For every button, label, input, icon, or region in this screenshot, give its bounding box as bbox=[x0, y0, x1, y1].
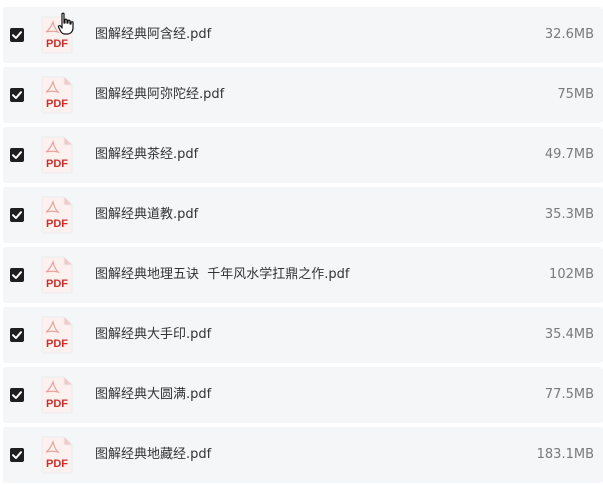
checkmark-icon bbox=[12, 151, 22, 159]
file-name: 图解经典阿弥陀经.pdf bbox=[95, 87, 225, 102]
file-size: 75MB bbox=[557, 87, 594, 102]
file-row[interactable]: PDF 图解经典阿含经.pdf 32.6MB bbox=[3, 7, 603, 63]
file-checkbox[interactable] bbox=[10, 268, 24, 282]
pdf-file-icon: PDF bbox=[41, 76, 73, 114]
file-row[interactable]: PDF 图解经典地藏经.pdf 183.1MB bbox=[3, 427, 603, 483]
svg-text:PDF: PDF bbox=[46, 398, 68, 410]
file-size: 49.7MB bbox=[544, 147, 594, 162]
file-size: 77.5MB bbox=[544, 387, 594, 402]
file-name: 图解经典大圆满.pdf bbox=[95, 387, 212, 402]
checkmark-icon bbox=[12, 211, 22, 219]
file-name: 图解经典地藏经.pdf bbox=[95, 447, 212, 462]
file-row[interactable]: PDF 图解经典地理五诀 千年风水学扛鼎之作.pdf 102MB bbox=[3, 247, 603, 303]
file-size: 183.1MB bbox=[536, 447, 594, 462]
file-name: 图解经典茶经.pdf bbox=[95, 147, 199, 162]
file-size: 32.6MB bbox=[544, 27, 594, 42]
pdf-file-icon: PDF bbox=[41, 436, 73, 474]
svg-text:PDF: PDF bbox=[46, 278, 68, 290]
pdf-file-icon: PDF bbox=[41, 256, 73, 294]
file-checkbox[interactable] bbox=[10, 448, 24, 462]
file-name: 图解经典地理五诀 千年风水学扛鼎之作.pdf bbox=[95, 267, 350, 282]
file-list: PDF 图解经典阿含经.pdf 32.6MB PDF 图解经典阿弥陀经.pdf … bbox=[0, 0, 603, 485]
file-row[interactable]: PDF 图解经典道教.pdf 35.3MB bbox=[3, 187, 603, 243]
svg-text:PDF: PDF bbox=[46, 218, 68, 230]
file-checkbox[interactable] bbox=[10, 28, 24, 42]
pdf-file-icon: PDF bbox=[41, 376, 73, 414]
file-checkbox[interactable] bbox=[10, 88, 24, 102]
checkmark-icon bbox=[12, 91, 22, 99]
svg-text:PDF: PDF bbox=[46, 338, 68, 350]
file-row[interactable]: PDF 图解经典阿弥陀经.pdf 75MB bbox=[3, 67, 603, 123]
checkmark-icon bbox=[12, 391, 22, 399]
file-size: 102MB bbox=[549, 267, 594, 282]
checkmark-icon bbox=[12, 331, 22, 339]
svg-text:PDF: PDF bbox=[46, 98, 68, 110]
file-size: 35.3MB bbox=[544, 207, 594, 222]
file-name: 图解经典道教.pdf bbox=[95, 207, 199, 222]
svg-text:PDF: PDF bbox=[46, 38, 68, 50]
pdf-file-icon: PDF bbox=[41, 136, 73, 174]
file-checkbox[interactable] bbox=[10, 148, 24, 162]
file-checkbox[interactable] bbox=[10, 388, 24, 402]
file-row[interactable]: PDF 图解经典茶经.pdf 49.7MB bbox=[3, 127, 603, 183]
file-row[interactable]: PDF 图解经典大圆满.pdf 77.5MB bbox=[3, 367, 603, 423]
file-name: 图解经典大手印.pdf bbox=[95, 327, 212, 342]
hand-cursor-icon bbox=[57, 12, 74, 35]
file-row[interactable]: PDF 图解经典大手印.pdf 35.4MB bbox=[3, 307, 603, 363]
svg-text:PDF: PDF bbox=[46, 158, 68, 170]
checkmark-icon bbox=[12, 451, 22, 459]
file-name: 图解经典阿含经.pdf bbox=[95, 27, 212, 42]
svg-text:PDF: PDF bbox=[46, 458, 68, 470]
pdf-file-icon: PDF bbox=[41, 316, 73, 354]
pdf-file-icon: PDF bbox=[41, 196, 73, 234]
file-checkbox[interactable] bbox=[10, 208, 24, 222]
checkmark-icon bbox=[12, 31, 22, 39]
file-size: 35.4MB bbox=[544, 327, 594, 342]
checkmark-icon bbox=[12, 271, 22, 279]
file-checkbox[interactable] bbox=[10, 328, 24, 342]
